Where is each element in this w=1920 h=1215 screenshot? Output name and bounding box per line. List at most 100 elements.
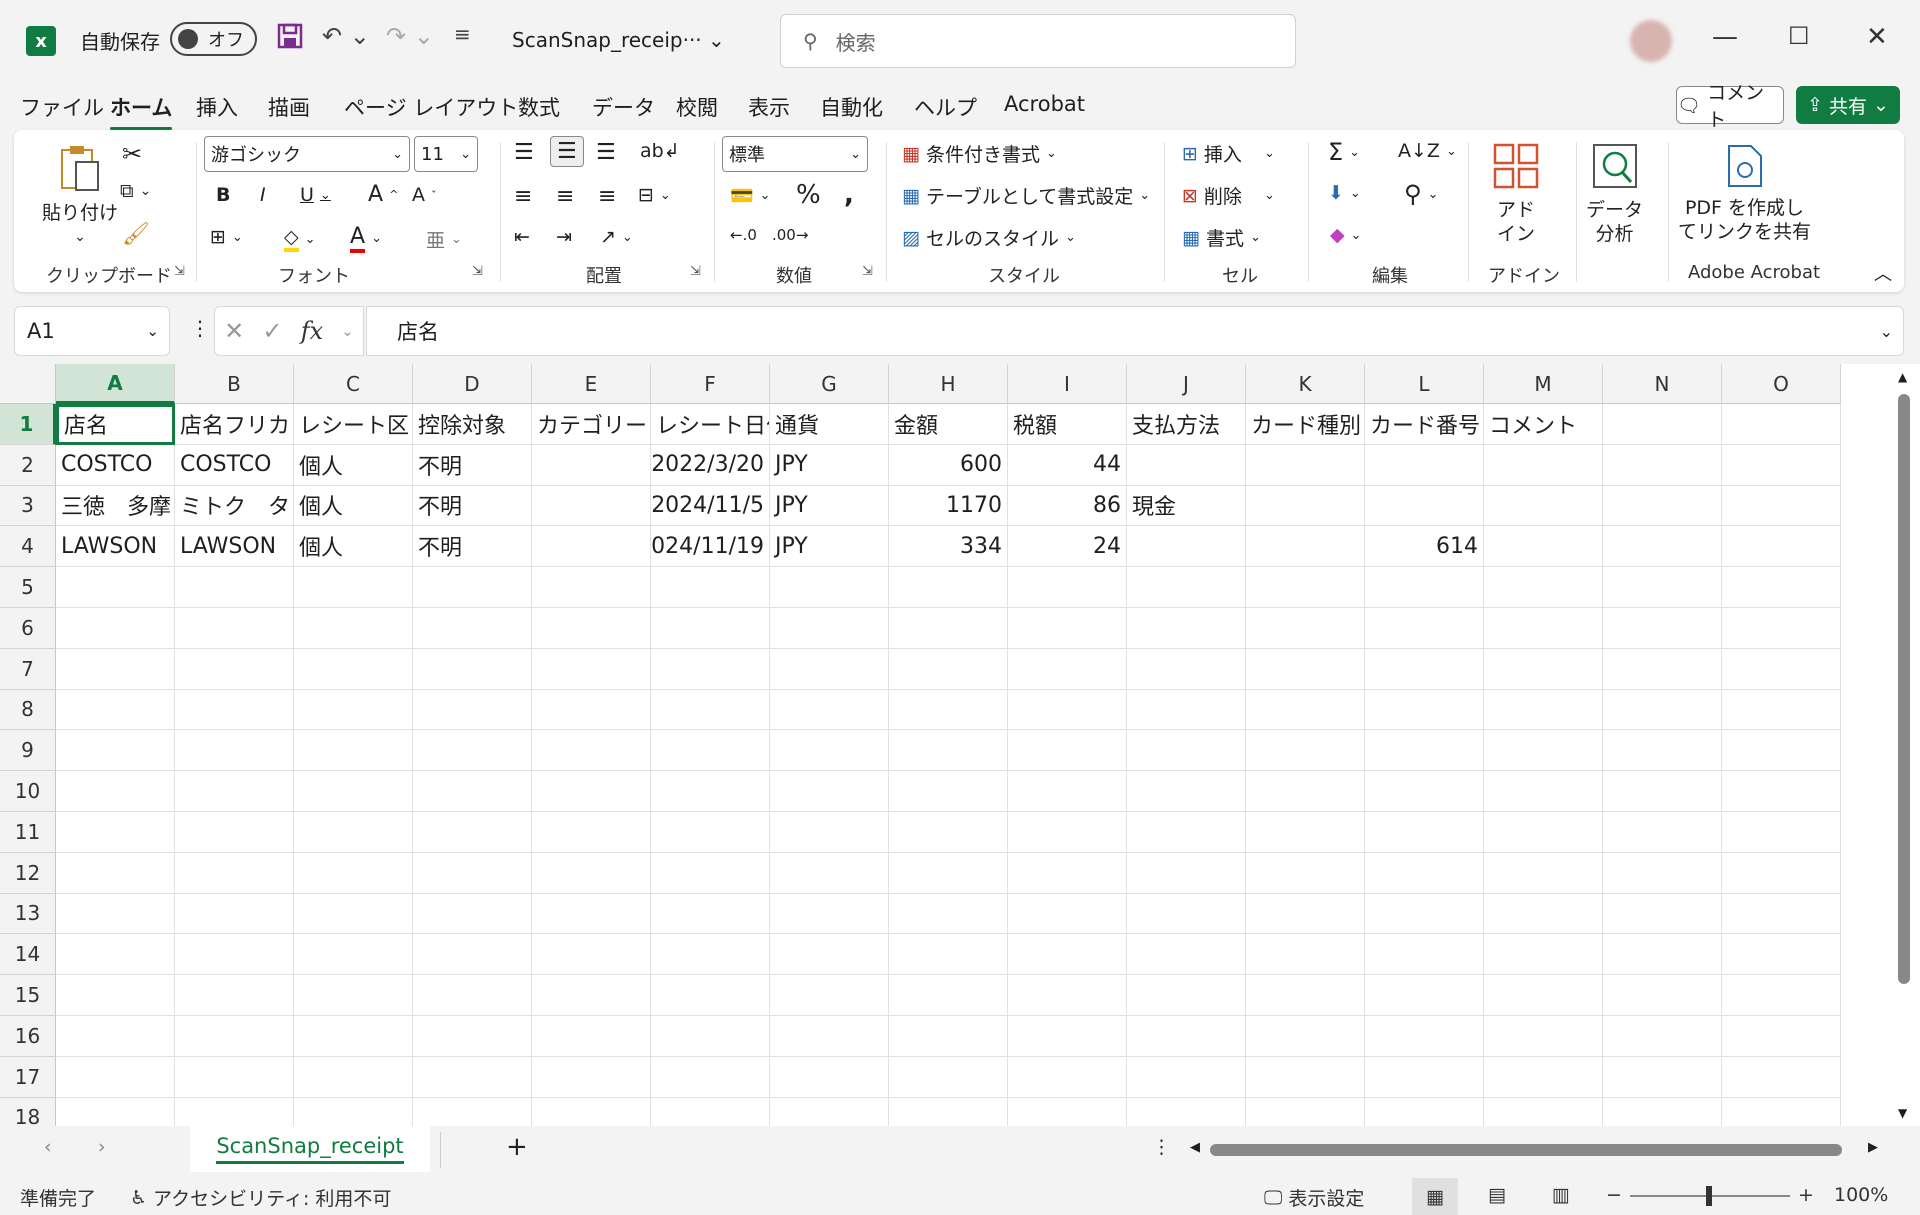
normal-view-icon[interactable]: ▦ (1412, 1178, 1458, 1215)
cell-h4[interactable]: 334 (889, 526, 1008, 568)
sort-filter-icon[interactable]: A↓Z ⌄ (1398, 140, 1457, 162)
cell-c18[interactable] (294, 1097, 413, 1126)
zoom-level[interactable]: 100% (1834, 1184, 1888, 1206)
cell-j8[interactable] (1127, 689, 1246, 731)
cell-f4[interactable]: 2024/11/19 (651, 526, 770, 568)
cell-d9[interactable] (413, 730, 532, 772)
orientation-icon[interactable]: ↗ ⌄ (600, 226, 633, 248)
save-icon[interactable] (276, 22, 304, 56)
name-box[interactable]: A1 ⌄ (14, 306, 170, 356)
select-all-corner[interactable] (0, 364, 56, 404)
cell-n11[interactable] (1603, 812, 1722, 853)
more-options-icon[interactable]: ⋮ (1152, 1136, 1171, 1158)
format-as-table-button[interactable]: ▦ テーブルとして書式設定 ⌄ (902, 182, 1150, 209)
format-painter-icon[interactable]: 🖌 (122, 222, 150, 247)
cell-b8[interactable] (175, 689, 294, 731)
insert-cells-button[interactable]: ⊞ 挿入 ⌄ (1182, 140, 1275, 167)
minimize-icon[interactable]: — (1712, 22, 1738, 52)
cell-b6[interactable] (175, 608, 294, 649)
cell-c16[interactable] (294, 1016, 413, 1057)
cell-g8[interactable] (770, 689, 889, 731)
cell-o16[interactable] (1722, 1016, 1841, 1057)
cell-j10[interactable] (1127, 771, 1246, 812)
maximize-icon[interactable]: ☐ (1788, 22, 1810, 50)
cell-d7[interactable] (413, 648, 532, 690)
align-left-icon[interactable]: ≡ (514, 184, 532, 209)
cell-o8[interactable] (1722, 689, 1841, 731)
row-header-16[interactable]: 16 (0, 1016, 56, 1057)
cell-c11[interactable] (294, 812, 413, 853)
tab-view[interactable]: 表示 (748, 92, 790, 122)
cell-m11[interactable] (1484, 812, 1603, 853)
cell-o13[interactable] (1722, 893, 1841, 935)
cell-e1[interactable]: カテゴリー (532, 404, 651, 445)
cell-h10[interactable] (889, 771, 1008, 812)
font-size-select[interactable]: 11 ⌄ (414, 136, 478, 172)
format-cells-button[interactable]: ▦ 書式 ⌄ (1182, 224, 1261, 251)
borders-icon[interactable]: ⊞ ⌄ (210, 226, 243, 248)
cell-d11[interactable] (413, 812, 532, 853)
cell-o17[interactable] (1722, 1056, 1841, 1098)
cell-n15[interactable] (1603, 975, 1722, 1016)
underline-icon[interactable]: U ⌄ (300, 184, 331, 206)
horizontal-scrollbar[interactable]: ◀ ▶ (1186, 1140, 1886, 1160)
align-bottom-icon[interactable]: ☰ (596, 140, 616, 165)
increase-indent-icon[interactable]: ⇥ (556, 226, 572, 248)
tab-data[interactable]: データ (592, 92, 655, 122)
cell-f7[interactable] (651, 648, 770, 690)
cell-j12[interactable] (1127, 852, 1246, 894)
row-header-7[interactable]: 7 (0, 648, 56, 690)
cell-c12[interactable] (294, 852, 413, 894)
cell-c2[interactable]: 個人 (294, 444, 413, 486)
row-header-15[interactable]: 15 (0, 975, 56, 1016)
decrease-indent-icon[interactable]: ⇤ (514, 226, 530, 248)
cell-g2[interactable]: JPY (770, 444, 889, 486)
cell-f9[interactable] (651, 730, 770, 772)
copy-button[interactable]: ⧉ ⌄ (120, 180, 151, 202)
cell-k12[interactable] (1246, 852, 1365, 894)
italic-icon[interactable]: I (260, 184, 266, 206)
cell-o2[interactable] (1722, 444, 1841, 486)
cut-icon[interactable]: ✂ (122, 140, 142, 168)
row-header-18[interactable]: 18 (0, 1097, 56, 1126)
cell-a13[interactable] (56, 893, 175, 935)
column-header-b[interactable]: B (175, 364, 294, 404)
cell-e8[interactable] (532, 689, 651, 731)
tab-automate[interactable]: 自動化 (820, 92, 883, 122)
tab-draw[interactable]: 描画 (268, 92, 310, 122)
merge-center-icon[interactable]: ⊟ ⌄ (638, 184, 671, 206)
fill-color-icon[interactable]: ◇ ⌄ (284, 226, 316, 252)
align-center-icon[interactable]: ≡ (556, 184, 574, 209)
cell-b3[interactable]: ミトク タ (175, 485, 294, 527)
cell-b7[interactable] (175, 648, 294, 690)
cell-k15[interactable] (1246, 975, 1365, 1016)
zoom-in-icon[interactable]: + (1798, 1184, 1814, 1206)
cell-a18[interactable] (56, 1097, 175, 1126)
cell-k18[interactable] (1246, 1097, 1365, 1126)
cell-d3[interactable]: 不明 (413, 485, 532, 527)
cell-d8[interactable] (413, 689, 532, 731)
expand-formula-icon[interactable]: ⌄ (1880, 322, 1893, 341)
cell-a17[interactable] (56, 1056, 175, 1098)
row-header-2[interactable]: 2 (0, 444, 56, 486)
cell-i6[interactable] (1008, 608, 1127, 649)
cell-b15[interactable] (175, 975, 294, 1016)
cell-g12[interactable] (770, 852, 889, 894)
cell-a4[interactable]: LAWSON (56, 526, 175, 568)
cell-m13[interactable] (1484, 893, 1603, 935)
enter-icon[interactable]: ✓ (262, 317, 282, 345)
share-button[interactable]: ⇪ 共有 ⌄ (1796, 86, 1900, 124)
row-header-13[interactable]: 13 (0, 893, 56, 935)
cell-b5[interactable] (175, 567, 294, 608)
cell-f2[interactable]: 2022/3/20 (651, 444, 770, 486)
cell-g18[interactable] (770, 1097, 889, 1126)
cell-l2[interactable] (1365, 444, 1484, 486)
cell-l4[interactable]: 614 (1365, 526, 1484, 568)
cell-c14[interactable] (294, 934, 413, 976)
cell-o12[interactable] (1722, 852, 1841, 894)
cell-j5[interactable] (1127, 567, 1246, 608)
dialog-launcher-icon[interactable]: ⇲ (472, 264, 483, 279)
cell-g17[interactable] (770, 1056, 889, 1098)
comma-style-icon[interactable]: , (844, 180, 854, 210)
cell-e16[interactable] (532, 1016, 651, 1057)
